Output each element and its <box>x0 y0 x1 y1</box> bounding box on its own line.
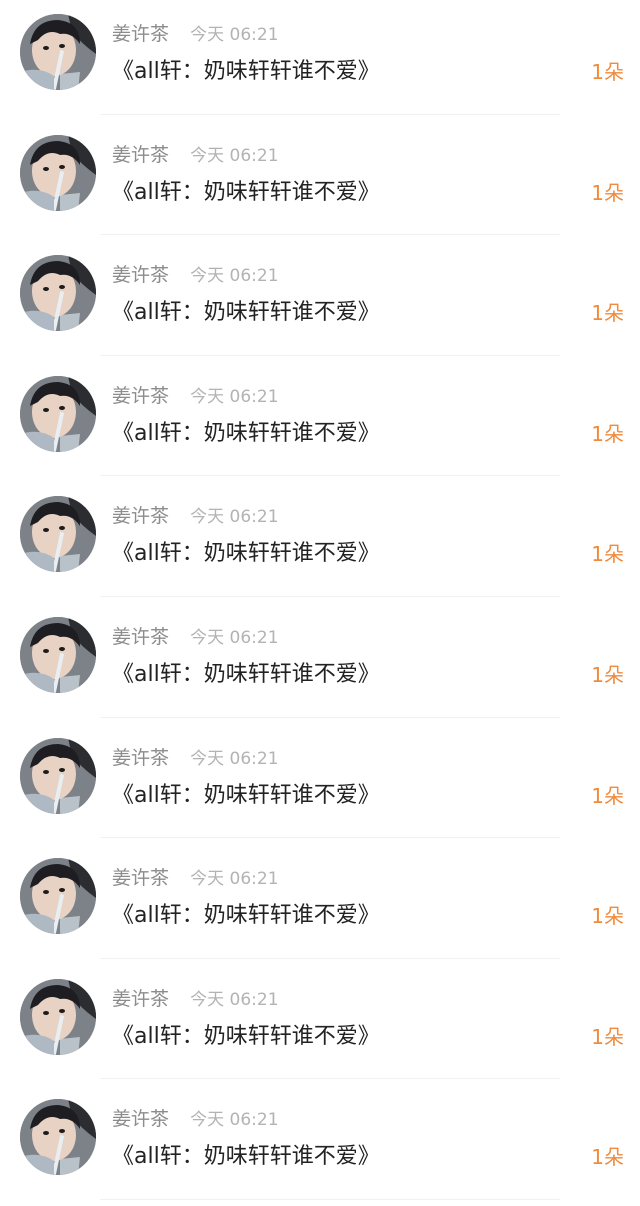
flower-count: 1朵 <box>591 1145 624 1170</box>
entry-meta: 姜许茶 今天 06:21 <box>112 985 279 1013</box>
list-item[interactable]: 姜许茶 今天 06:21 《all轩：奶味轩轩谁不爱》 1朵 <box>0 0 640 121</box>
list-item[interactable]: 姜许茶 今天 06:21 《all轩：奶味轩轩谁不爱》 1朵 <box>0 965 640 1086</box>
story-title[interactable]: 《all轩：奶味轩轩谁不爱》 <box>112 1141 380 1173</box>
user-name[interactable]: 姜许茶 <box>112 988 169 1010</box>
list-item[interactable]: 姜许茶 今天 06:21 《all轩：奶味轩轩谁不爱》 1朵 <box>0 241 640 362</box>
flower-count: 1朵 <box>591 1024 624 1049</box>
user-name[interactable]: 姜许茶 <box>112 144 169 166</box>
entry-meta: 姜许茶 今天 06:21 <box>112 623 279 651</box>
timestamp: 今天 06:21 <box>190 507 279 528</box>
avatar[interactable] <box>20 1099 96 1176</box>
list-item[interactable]: 姜许茶 今天 06:21 《all轩：奶味轩轩谁不爱》 1朵 <box>0 121 640 242</box>
list-item[interactable]: 姜许茶 今天 06:21 《all轩：奶味轩轩谁不爱》 1朵 <box>0 844 640 965</box>
avatar[interactable] <box>20 375 96 452</box>
avatar[interactable] <box>20 14 96 90</box>
timestamp: 今天 06:21 <box>190 748 279 769</box>
list-item[interactable]: 姜许茶 今天 06:21 《all轩：奶味轩轩谁不爱》 1朵 <box>0 482 640 603</box>
flower-count: 1朵 <box>591 301 624 326</box>
story-title[interactable]: 《all轩：奶味轩轩谁不爱》 <box>112 659 380 691</box>
entry-meta: 姜许茶 今天 06:21 <box>112 141 279 169</box>
story-title[interactable]: 《all轩：奶味轩轩谁不爱》 <box>112 56 380 88</box>
list-item[interactable]: 姜许茶 今天 06:21 《all轩：奶味轩轩谁不爱》 1朵 <box>0 1085 640 1206</box>
user-avatar-icon <box>20 858 96 935</box>
timestamp: 今天 06:21 <box>190 25 279 45</box>
entry-meta: 姜许茶 今天 06:21 <box>112 864 279 892</box>
story-title[interactable]: 《all轩：奶味轩轩谁不爱》 <box>112 538 380 570</box>
user-avatar-icon <box>20 375 96 452</box>
flower-count: 1朵 <box>591 542 624 567</box>
user-name[interactable]: 姜许茶 <box>112 626 169 648</box>
divider <box>100 837 560 839</box>
user-avatar-icon <box>20 978 96 1055</box>
divider <box>100 595 560 597</box>
entry-meta: 姜许茶 今天 06:21 <box>112 1105 279 1133</box>
avatar[interactable] <box>20 978 96 1055</box>
timestamp: 今天 06:21 <box>190 627 279 648</box>
flower-count: 1朵 <box>591 60 624 84</box>
flower-count: 1朵 <box>591 904 624 929</box>
avatar[interactable] <box>20 616 96 693</box>
story-title[interactable]: 《all轩：奶味轩轩谁不爱》 <box>112 900 380 932</box>
divider <box>100 113 560 115</box>
timestamp: 今天 06:21 <box>190 1110 279 1131</box>
user-name[interactable]: 姜许茶 <box>112 264 169 286</box>
divider <box>100 475 560 477</box>
entry-meta: 姜许茶 今天 06:21 <box>112 744 279 772</box>
entry-meta: 姜许茶 今天 06:21 <box>112 20 279 48</box>
avatar[interactable] <box>20 134 96 211</box>
timestamp: 今天 06:21 <box>190 869 279 890</box>
entry-meta: 姜许茶 今天 06:21 <box>112 261 279 289</box>
user-avatar-icon <box>20 134 96 211</box>
story-title[interactable]: 《all轩：奶味轩轩谁不爱》 <box>112 418 380 450</box>
list-item[interactable]: 姜许茶 今天 06:21 《all轩：奶味轩轩谁不爱》 1朵 <box>0 724 640 845</box>
divider <box>100 354 560 356</box>
avatar[interactable] <box>20 858 96 935</box>
user-avatar-icon <box>20 616 96 693</box>
story-title[interactable]: 《all轩：奶味轩轩谁不爱》 <box>112 780 380 812</box>
user-avatar-icon <box>20 496 96 573</box>
user-name[interactable]: 姜许茶 <box>112 1108 169 1130</box>
user-name[interactable]: 姜许茶 <box>112 505 169 527</box>
user-name[interactable]: 姜许茶 <box>112 385 169 407</box>
list-item[interactable]: 姜许茶 今天 06:21 《all轩：奶味轩轩谁不爱》 1朵 <box>0 362 640 483</box>
flower-count: 1朵 <box>591 421 624 446</box>
timestamp: 今天 06:21 <box>190 989 279 1010</box>
avatar[interactable] <box>20 255 96 332</box>
entry-meta: 姜许茶 今天 06:21 <box>112 382 279 410</box>
flower-count: 1朵 <box>591 180 624 205</box>
divider <box>100 1078 560 1080</box>
story-title[interactable]: 《all轩：奶味轩轩谁不爱》 <box>112 1021 380 1053</box>
avatar[interactable] <box>20 737 96 814</box>
user-avatar-icon <box>20 14 96 90</box>
story-title[interactable]: 《all轩：奶味轩轩谁不爱》 <box>112 297 380 329</box>
divider <box>100 1198 560 1200</box>
divider <box>100 957 560 959</box>
gift-feed-list: 姜许茶 今天 06:21 《all轩：奶味轩轩谁不爱》 1朵 姜许茶 今天 06… <box>0 0 640 1206</box>
timestamp: 今天 06:21 <box>190 266 279 287</box>
user-avatar-icon <box>20 1099 96 1176</box>
flower-count: 1朵 <box>591 662 624 687</box>
user-avatar-icon <box>20 255 96 332</box>
story-title[interactable]: 《all轩：奶味轩轩谁不爱》 <box>112 177 380 209</box>
user-name[interactable]: 姜许茶 <box>112 23 169 45</box>
timestamp: 今天 06:21 <box>190 145 279 166</box>
avatar[interactable] <box>20 496 96 573</box>
user-avatar-icon <box>20 737 96 814</box>
divider <box>100 234 560 236</box>
user-name[interactable]: 姜许茶 <box>112 747 169 769</box>
entry-meta: 姜许茶 今天 06:21 <box>112 502 279 530</box>
user-name[interactable]: 姜许茶 <box>112 867 169 889</box>
divider <box>100 716 560 718</box>
flower-count: 1朵 <box>591 783 624 808</box>
timestamp: 今天 06:21 <box>190 386 279 407</box>
list-item[interactable]: 姜许茶 今天 06:21 《all轩：奶味轩轩谁不爱》 1朵 <box>0 603 640 724</box>
